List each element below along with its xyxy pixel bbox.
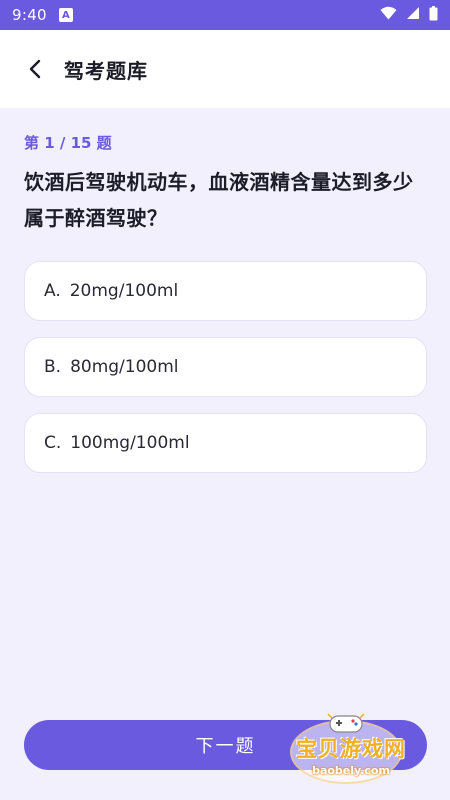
next-question-button[interactable]: 下一题 <box>24 720 427 770</box>
question-text: 饮酒后驾驶机动车，血液酒精含量达到多少属于醉酒驾驶？ <box>24 170 414 230</box>
status-icons <box>380 5 438 25</box>
option-c[interactable]: C. 100mg/100ml <box>24 413 427 473</box>
page-title: 驾考题库 <box>64 58 148 83</box>
back-button[interactable] <box>20 54 50 84</box>
status-time: 9:40 <box>12 6 47 24</box>
app-notification-icon: A <box>58 8 73 22</box>
option-text: 80mg/100ml <box>70 357 179 377</box>
option-text: 20mg/100ml <box>69 281 179 301</box>
chevron-left-icon <box>29 59 41 79</box>
option-a[interactable]: A. 20mg/100ml <box>24 261 427 321</box>
option-text: 100mg/100ml <box>70 433 190 453</box>
option-key: A. <box>44 281 61 301</box>
option-key: B. <box>44 357 62 377</box>
app-bar: 驾考题库 <box>0 30 450 108</box>
option-b[interactable]: B. 80mg/100ml <box>24 337 427 397</box>
status-bar: 9:40 A <box>0 0 450 30</box>
option-key: C. <box>44 433 62 453</box>
question-progress: 第 1 / 15 题 <box>24 134 112 152</box>
wifi-icon <box>380 6 397 24</box>
battery-icon <box>429 5 438 25</box>
signal-icon <box>406 6 420 24</box>
